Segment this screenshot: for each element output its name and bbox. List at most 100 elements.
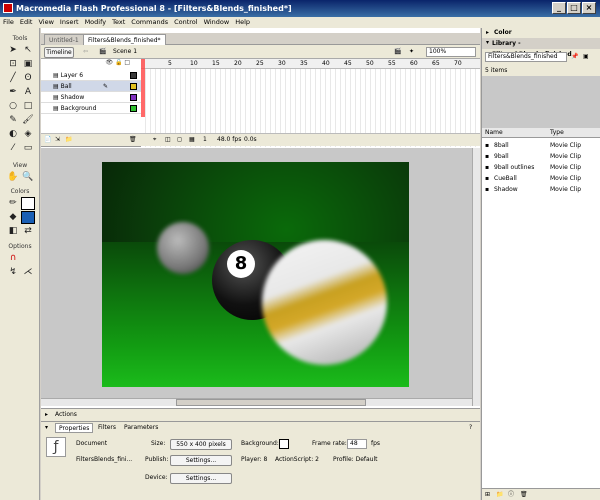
list-item[interactable]: ▪ Shadow Movie Clip: [482, 184, 600, 195]
list-item[interactable]: ▪ 9ball Movie Clip: [482, 151, 600, 162]
tab-properties[interactable]: Properties: [55, 423, 94, 433]
stage[interactable]: 8: [102, 162, 409, 387]
new-folder-icon[interactable]: 📁: [496, 490, 503, 500]
framerate-input[interactable]: 48: [347, 439, 367, 449]
pen-tool-icon[interactable]: ✒: [6, 86, 20, 99]
nine-ball[interactable]: [262, 240, 387, 365]
menu-insert[interactable]: Insert: [57, 17, 82, 28]
edit-scene-icon[interactable]: 🎬: [394, 47, 401, 57]
hand-tool-icon[interactable]: ✋: [6, 171, 20, 184]
stroke-color-icon[interactable]: ✏: [6, 197, 20, 210]
rectangle-tool-icon[interactable]: □: [21, 100, 35, 113]
onion-skin-icon[interactable]: ◫: [165, 135, 171, 145]
properties-arrow-icon[interactable]: ▾: [45, 423, 48, 433]
lasso-tool-icon[interactable]: ʘ: [21, 72, 35, 85]
size-button[interactable]: 550 x 400 pixels: [170, 439, 232, 450]
straighten-icon[interactable]: ⋌: [21, 266, 35, 279]
menu-window[interactable]: Window: [201, 17, 233, 28]
maximize-button[interactable]: □: [567, 2, 581, 14]
library-header[interactable]: Library - Filters&Blends_finished: [482, 38, 600, 58]
line-tool-icon[interactable]: ╱: [6, 72, 20, 85]
fill-color-icon[interactable]: ◆: [6, 211, 20, 224]
stroke-swatch[interactable]: [21, 197, 35, 210]
menu-edit[interactable]: Edit: [17, 17, 36, 28]
new-symbol-icon[interactable]: ⊞: [485, 490, 490, 500]
oval-tool-icon[interactable]: ○: [6, 100, 20, 113]
menu-view[interactable]: View: [35, 17, 56, 28]
menu-modify[interactable]: Modify: [82, 17, 110, 28]
add-guide-icon[interactable]: ⇲: [55, 135, 60, 145]
background-color-swatch[interactable]: [279, 439, 289, 449]
layer-row[interactable]: ▤ Background: [41, 103, 141, 114]
ink-bottle-icon[interactable]: ◐: [6, 128, 20, 141]
timeline-panel: 👁 🔒 □ ▤ Layer 6 ▤ Ball ✎ ▤ Shadow ▤ Backg…: [41, 59, 480, 147]
subselect-tool-icon[interactable]: ↖: [21, 44, 35, 57]
collapse-arrow-icon[interactable]: ▾: [486, 38, 489, 48]
list-item[interactable]: ▪ 8ball Movie Clip: [482, 140, 600, 151]
smooth-icon[interactable]: ↯: [6, 266, 20, 279]
edit-multiple-icon[interactable]: ▦: [189, 135, 195, 145]
paint-bucket-icon[interactable]: ◈: [21, 128, 35, 141]
eraser-icon[interactable]: ▭: [21, 142, 35, 155]
pencil-tool-icon[interactable]: ✎: [6, 114, 20, 127]
scene-label[interactable]: Scene 1: [113, 47, 137, 57]
delete-icon[interactable]: 🗑: [520, 490, 528, 500]
fill-swatch[interactable]: [21, 211, 35, 224]
actionscript-label: ActionScript: 2: [275, 456, 319, 463]
delete-layer-icon[interactable]: 🗑: [129, 135, 137, 145]
close-button[interactable]: ×: [582, 2, 596, 14]
fill-transform-icon[interactable]: ▣: [21, 58, 35, 71]
device-settings-button[interactable]: Settings...: [170, 473, 232, 484]
brush-tool-icon[interactable]: 🖌: [21, 114, 35, 127]
list-item[interactable]: ▪ CueBall Movie Clip: [482, 173, 600, 184]
menu-help[interactable]: Help: [232, 17, 253, 28]
list-item[interactable]: ▪ 9ball outlines Movie Clip: [482, 162, 600, 173]
library-select[interactable]: Filters&Blends_finished: [485, 52, 567, 62]
tab-filters-blends[interactable]: Filters&Blends_finished*: [83, 34, 166, 45]
publish-settings-button[interactable]: Settings...: [170, 455, 232, 466]
tab-parameters[interactable]: Parameters: [121, 423, 161, 433]
timeline-button[interactable]: Timeline: [44, 47, 74, 58]
new-library-icon[interactable]: ▣: [583, 52, 589, 62]
menu-text[interactable]: Text: [109, 17, 128, 28]
col-type[interactable]: Type: [550, 128, 564, 138]
default-colors-icon[interactable]: ◧: [6, 225, 20, 238]
center-frame-icon[interactable]: ⌖: [153, 135, 156, 145]
menu-file[interactable]: File: [0, 17, 17, 28]
insert-folder-icon[interactable]: 📁: [65, 135, 72, 145]
actions-label[interactable]: Actions: [55, 410, 77, 420]
layer-row[interactable]: ▤ Layer 6: [41, 70, 141, 81]
swap-colors-icon[interactable]: ⇄: [21, 225, 35, 238]
col-name[interactable]: Name: [485, 128, 503, 138]
zoom-tool-icon[interactable]: 🔍: [21, 171, 35, 184]
layer-row[interactable]: ▤ Shadow: [41, 92, 141, 103]
insert-layer-icon[interactable]: 📄: [44, 135, 51, 145]
eyedropper-icon[interactable]: ⁄: [6, 142, 20, 155]
menu-control[interactable]: Control: [171, 17, 201, 28]
snap-magnet-icon[interactable]: ∩: [6, 252, 20, 265]
right-panel: ▸ Color Library - Filters&Blends_finishe…: [481, 28, 600, 500]
edit-symbol-icon[interactable]: ✦: [409, 47, 414, 57]
color-panel-label[interactable]: Color: [494, 28, 512, 38]
scroll-thumb[interactable]: [176, 399, 366, 406]
properties-icon[interactable]: ⓘ: [508, 490, 514, 500]
zoom-select[interactable]: 100%: [426, 47, 476, 57]
stage-horizontal-scrollbar[interactable]: [41, 398, 472, 406]
free-transform-icon[interactable]: ⊡: [6, 58, 20, 71]
actions-arrow-icon[interactable]: ▸: [45, 410, 48, 420]
pin-icon[interactable]: 📌: [571, 52, 578, 62]
minimize-button[interactable]: _: [552, 2, 566, 14]
back-arrow-icon[interactable]: ⇦: [83, 47, 88, 57]
onion-outline-icon[interactable]: ◻: [177, 135, 182, 145]
layer-row[interactable]: ▤ Ball ✎: [41, 81, 141, 92]
expand-arrow-icon[interactable]: ▸: [486, 28, 489, 38]
stage-vertical-scrollbar[interactable]: [472, 148, 480, 406]
cue-ball[interactable]: [157, 222, 209, 274]
tab-filters[interactable]: Filters: [95, 423, 119, 433]
menu-commands[interactable]: Commands: [128, 17, 171, 28]
playhead[interactable]: [141, 59, 145, 117]
arrow-tool-icon[interactable]: ➤: [6, 44, 20, 57]
tab-untitled[interactable]: Untitled-1: [44, 34, 84, 45]
help-icon[interactable]: ?: [469, 423, 472, 433]
text-tool-icon[interactable]: A: [21, 86, 35, 99]
